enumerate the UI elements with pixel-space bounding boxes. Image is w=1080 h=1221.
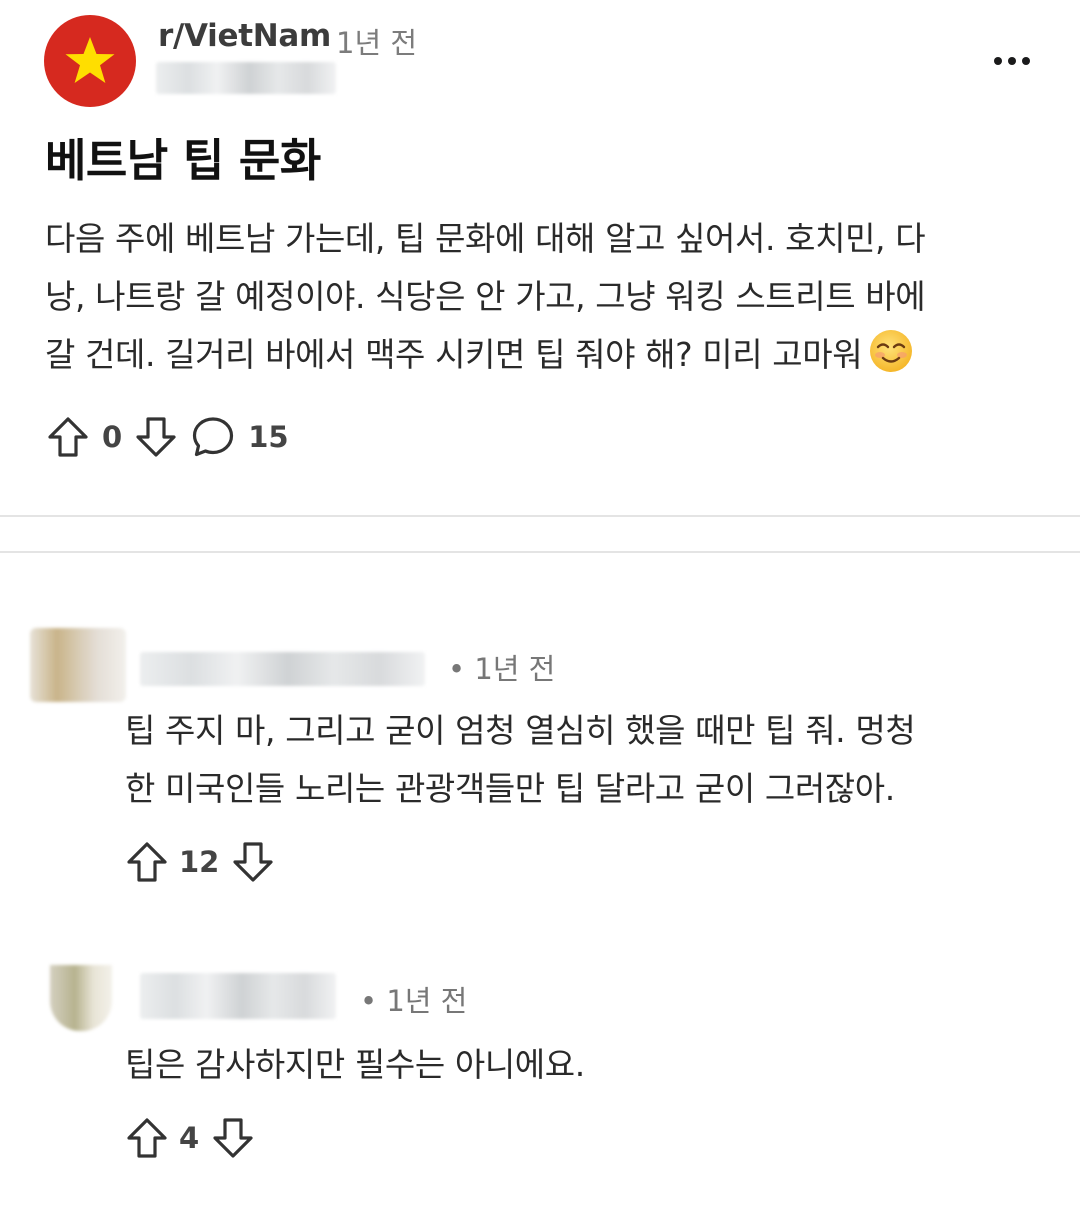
post-body-line-text: 갈 건데. 길거리 바에서 맥주 시키면 팁 줘야 해? 미리 고마워 [45, 335, 863, 374]
subreddit-name[interactable]: r/VietNam [158, 18, 331, 54]
comment-vote-count: 4 [179, 1121, 200, 1155]
downvote-icon[interactable] [211, 1116, 255, 1160]
upvote-icon[interactable] [125, 1116, 169, 1160]
redacted-username [156, 62, 336, 94]
redacted-username [140, 652, 425, 686]
downvote-icon[interactable] [231, 840, 275, 884]
comment-icon[interactable] [190, 414, 236, 460]
post-time: 1년 전 [336, 26, 418, 60]
comment-actions: 4 [125, 1116, 255, 1160]
comment-text: 팁은 감사하지만 필수는 아니에요. [125, 1036, 1025, 1094]
redacted-username [140, 973, 336, 1019]
post-header: r/VietNam 1년 전 [44, 14, 1044, 108]
star-icon [65, 37, 115, 83]
upvote-icon[interactable] [46, 415, 90, 459]
post-vote-count: 0 [102, 420, 123, 454]
post-body-line: 다음 주에 베트남 가는데, 팁 문화에 대해 알고 싶어서. 호치민, 다 [45, 219, 926, 258]
post-body: 다음 주에 베트남 가는데, 팁 문화에 대해 알고 싶어서. 호치민, 다 낭… [45, 210, 1035, 392]
divider [0, 551, 1080, 553]
comment-line: 팁은 감사하지만 필수는 아니에요. [125, 1045, 585, 1084]
post-actions: 0 15 [46, 414, 289, 460]
post-title: 베트남 팁 문화 [45, 134, 321, 187]
dot [1022, 57, 1030, 65]
dot [1008, 57, 1016, 65]
comment-avatar[interactable] [50, 965, 112, 1031]
comments-count[interactable]: 15 [248, 420, 288, 454]
comment-time: • 1년 전 [360, 984, 468, 1018]
comment-vote-count: 12 [179, 845, 220, 879]
post-body-line-last: 갈 건데. 길거리 바에서 맥주 시키면 팁 줘야 해? 미리 고마워 [45, 326, 1035, 392]
upvote-icon[interactable] [125, 840, 169, 884]
comment-avatar[interactable] [30, 628, 126, 702]
dot [994, 57, 1002, 65]
smiling-face-emoji [868, 328, 914, 392]
comment-actions: 12 [125, 840, 275, 884]
more-options-button[interactable] [986, 46, 1038, 76]
divider [0, 515, 1080, 517]
post-body-line: 낭, 나트랑 갈 예정이야. 식당은 안 가고, 그냥 워킹 스트리트 바에 [45, 277, 926, 316]
comment-text: 팁 주지 마, 그리고 굳이 엄청 열심히 했을 때만 팁 줘. 멍청 한 미국… [125, 702, 1025, 818]
comment-time: • 1년 전 [448, 652, 556, 686]
subreddit-avatar-icon[interactable] [44, 15, 136, 107]
downvote-icon[interactable] [134, 415, 178, 459]
comment-line: 한 미국인들 노리는 관광객들만 팁 달라고 굳이 그러잖아. [125, 769, 895, 808]
comment-line: 팁 주지 마, 그리고 굳이 엄청 열심히 했을 때만 팁 줘. 멍청 [125, 711, 916, 750]
